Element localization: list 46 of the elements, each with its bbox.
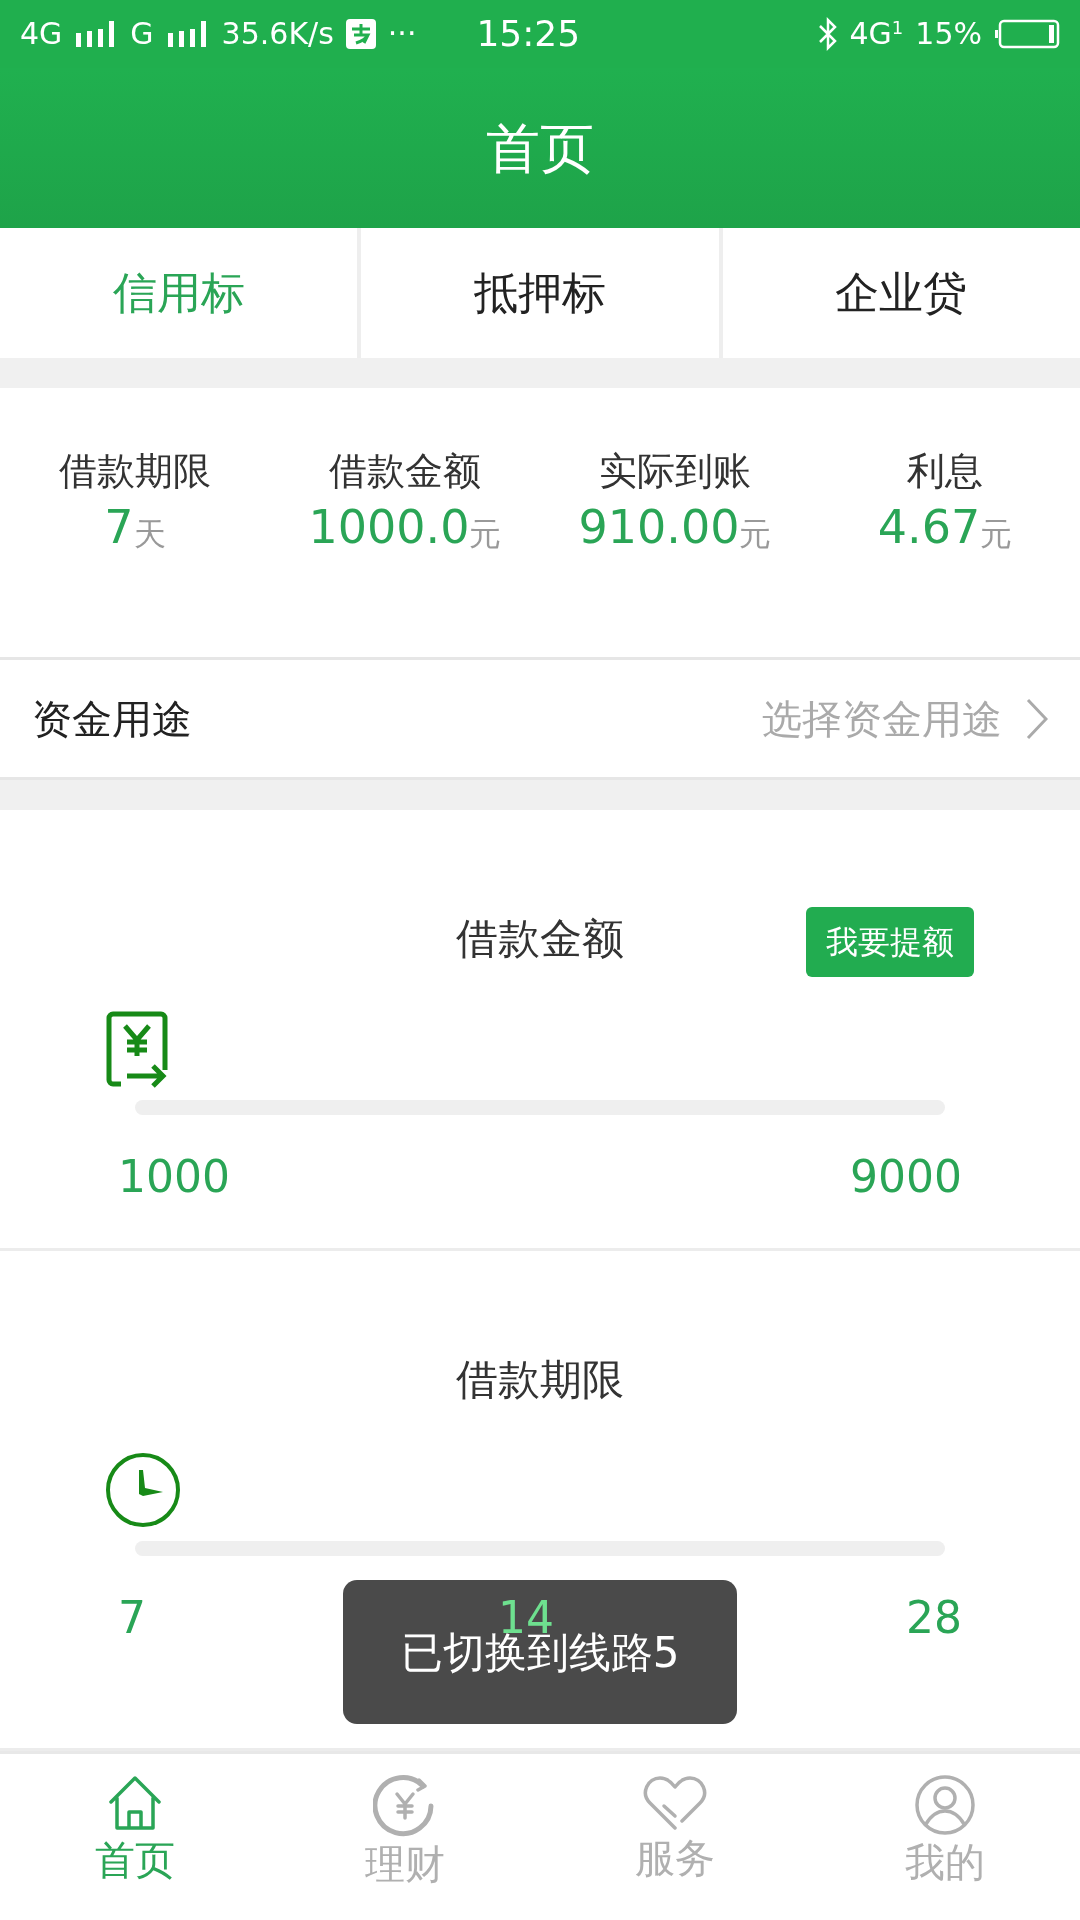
summary-label: 借款期限	[59, 452, 211, 490]
summary-unit: 天	[133, 518, 166, 550]
tab[interactable]: 信用标	[0, 228, 358, 358]
tab[interactable]: 抵押标	[361, 228, 719, 358]
network-label: 4G	[20, 19, 63, 49]
heart-icon	[642, 1774, 708, 1832]
network-label: G	[130, 19, 154, 49]
bluetooth-icon	[817, 17, 838, 51]
sim-label: 1	[891, 19, 904, 37]
purpose-placeholder: 选择资金用途	[762, 694, 1002, 744]
battery-level: 15%	[915, 19, 982, 49]
summary-value: 4.67	[877, 504, 981, 550]
more-indicator: ···	[387, 19, 417, 49]
tab[interactable]: 企业贷	[722, 228, 1080, 358]
summary-value: 1000.0	[308, 504, 470, 550]
summary-unit: 元	[739, 518, 772, 550]
app-icon	[345, 19, 376, 49]
nav-tab[interactable]: 服务	[540, 1754, 810, 1920]
page-title: 首页	[486, 115, 594, 182]
nav-tab[interactable]: 首页	[0, 1754, 270, 1920]
yen-transfer-icon	[105, 1010, 169, 1088]
summary-unit: 元	[469, 518, 502, 550]
raise-limit-button[interactable]: 我要提额	[806, 907, 974, 977]
summary-label: 借款金额	[329, 452, 481, 490]
slider-tick-label: 7	[118, 1596, 146, 1640]
user-icon	[914, 1774, 976, 1836]
purpose-selector[interactable]: 资金用途 选择资金用途	[0, 660, 1080, 780]
battery-icon	[994, 19, 1060, 49]
slider-title: 借款期限	[456, 1359, 624, 1401]
clock: 15:25	[476, 16, 581, 52]
summary-value: 7	[104, 504, 134, 550]
summary-label: 利息	[907, 452, 983, 490]
slider-tick-label: 28	[906, 1596, 962, 1640]
slider-tick-label: 1000	[118, 1155, 230, 1199]
summary-unit: 元	[980, 518, 1013, 550]
chevron-right-icon	[1026, 697, 1048, 740]
purpose-label: 资金用途	[32, 694, 192, 744]
slider-title: 借款金额	[456, 918, 624, 960]
clock-icon	[105, 1452, 181, 1528]
summary-label: 实际到账	[599, 452, 751, 490]
summary-value: 910.00	[578, 504, 740, 550]
nav-tab[interactable]: 我的	[810, 1754, 1080, 1920]
slider-tick-label: 9000	[850, 1155, 962, 1199]
nav-tab[interactable]: 理财	[270, 1754, 540, 1920]
network-label: 4G	[849, 19, 892, 49]
network-speed: 35.6K/s	[221, 19, 334, 49]
